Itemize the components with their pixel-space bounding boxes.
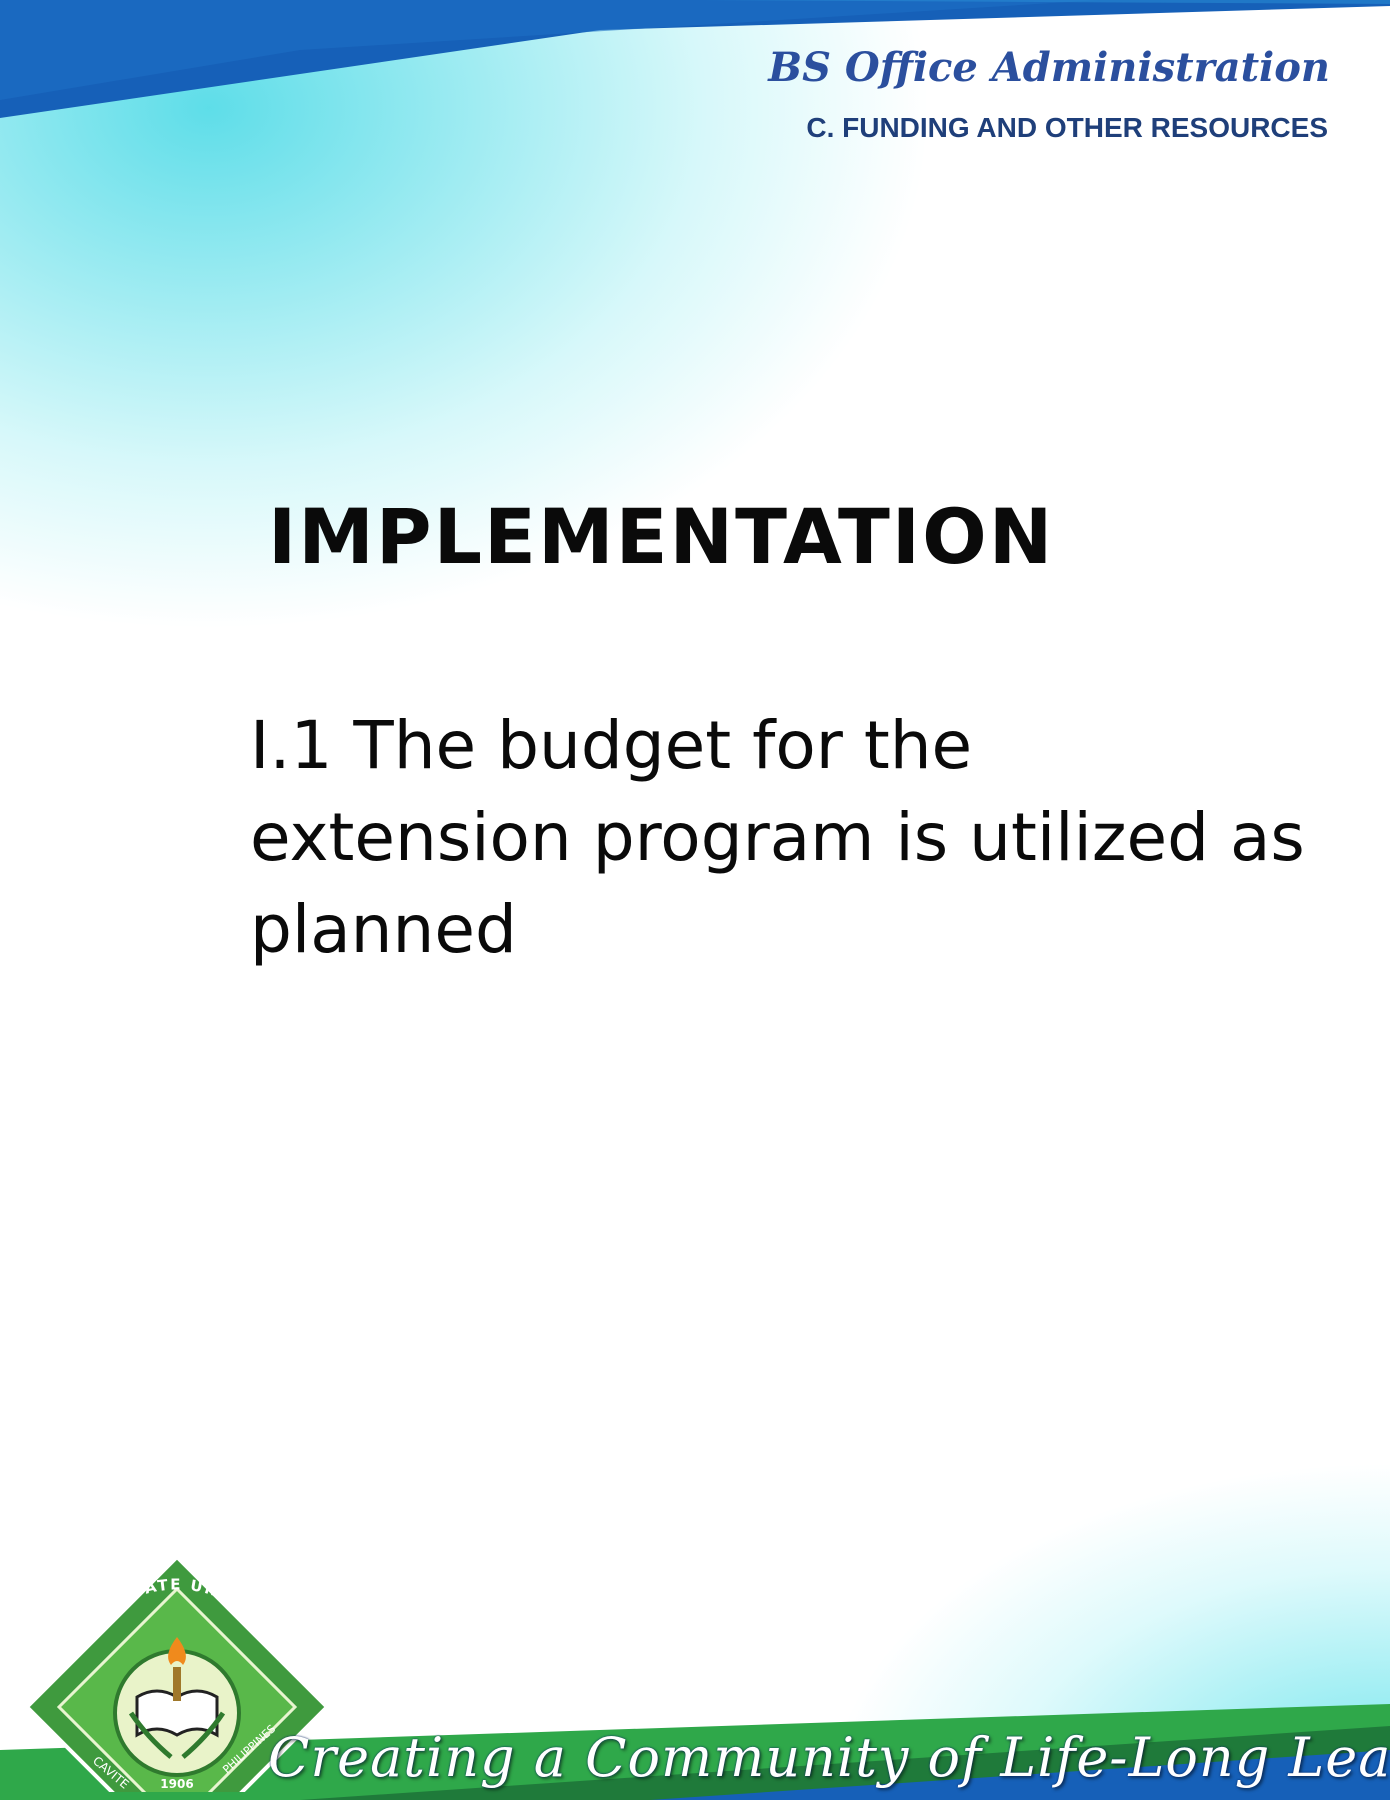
program-title: BS Office Administration xyxy=(768,44,1330,91)
seal-year-text: 1906 xyxy=(160,1777,193,1791)
section-heading: IMPLEMENTATION xyxy=(268,492,1055,581)
footer-tagline: Creating a Community of Life-Long Learne… xyxy=(268,1726,1390,1789)
document-page: BS Office Administration C. FUNDING AND … xyxy=(0,0,1390,1800)
criterion-text: I.1 The budget for the extension program… xyxy=(250,707,1305,968)
section-subtitle: C. FUNDING AND OTHER RESOURCES xyxy=(806,112,1328,143)
